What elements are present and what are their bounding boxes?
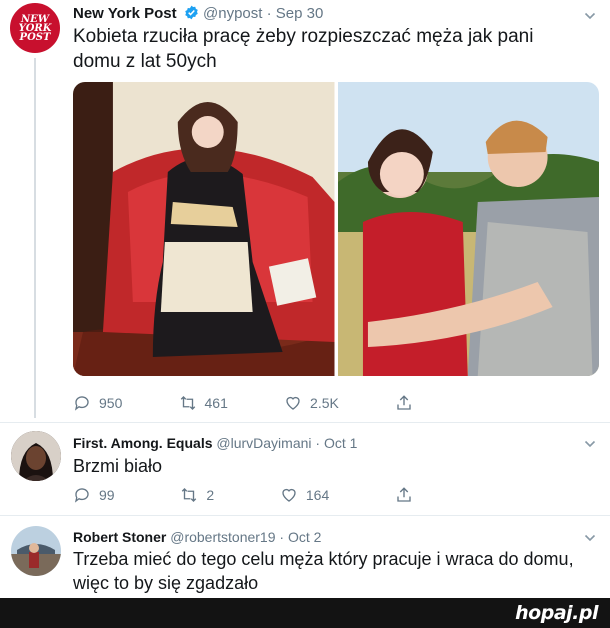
watermark-bar: hopaj.pl [0,598,610,628]
tweet-header: New York Post @nypost · Sep 30 [73,5,323,22]
tweet-body: Brzmi biało [73,456,163,476]
share-icon [397,487,411,502]
thread-connector-line [34,58,36,418]
tweet-actions: 950 461 2.5K [73,394,413,412]
like-icon [286,396,300,410]
reply-icon [74,488,89,503]
photo-woman-reading[interactable] [73,82,335,376]
tweet-media[interactable] [73,82,599,376]
author-name[interactable]: New York Post [73,5,177,22]
like-count: 164 [305,487,330,503]
author-handle[interactable]: @nypost [203,5,262,22]
reply-count: 99 [99,487,115,503]
divider [0,515,610,516]
tweet-date[interactable]: Oct 2 [288,529,321,545]
dot-separator: · [315,435,324,451]
share-button[interactable] [395,394,413,412]
retweet-button[interactable]: 2 [180,486,214,504]
verified-badge-icon [185,5,198,20]
author-name[interactable]: Robert Stoner [73,529,166,545]
dot-separator: · [279,529,288,545]
photo-couple[interactable] [337,82,599,376]
tweet-date[interactable]: Sep 30 [276,5,324,22]
retweet-button[interactable]: 461 [179,394,228,412]
site-logo: hopaj.pl [515,602,598,624]
chevron-down-icon[interactable] [584,438,596,450]
chevron-down-icon[interactable] [584,10,596,22]
dot-separator: · [266,5,276,22]
avatar-logo-text-3: POST [19,31,51,43]
reply-count: 950 [99,395,123,411]
retweet-count: 461 [204,395,228,411]
first-among-equals-avatar[interactable] [11,431,61,481]
nypost-avatar[interactable]: NEW YORK POST [10,3,60,53]
tweet-header: Robert Stoner @robertstoner19 · Oct 2 [73,529,321,545]
tweet-date[interactable]: Oct 1 [324,435,357,451]
share-icon [397,395,411,410]
like-count: 2.5K [310,395,339,411]
like-button[interactable]: 164 [280,486,329,504]
reply-button[interactable]: 99 [73,486,115,504]
divider [0,422,610,423]
share-button[interactable] [395,486,413,504]
author-handle[interactable]: @robertstoner19 [170,529,275,545]
tweet-header: First. Among. Equals @lurvDayimani · Oct… [73,435,357,451]
retweet-icon [180,396,195,410]
like-button[interactable]: 2.5K [284,394,339,412]
retweet-icon [182,488,197,502]
tweet-body: Kobieta rzuciła pracę żeby rozpieszczać … [73,26,534,72]
tweet-body: Trzeba mieć do tego celu męża który prac… [73,549,574,593]
robert-stoner-avatar[interactable] [11,526,61,576]
chevron-down-icon[interactable] [584,532,596,544]
author-name[interactable]: First. Among. Equals [73,435,213,451]
tweet-actions: 99 2 164 [73,486,413,504]
reply-button[interactable]: 950 [73,394,122,412]
like-icon [282,488,296,502]
author-handle[interactable]: @lurvDayimani [216,435,311,451]
reply-icon [74,396,89,411]
retweet-count: 2 [206,487,215,503]
